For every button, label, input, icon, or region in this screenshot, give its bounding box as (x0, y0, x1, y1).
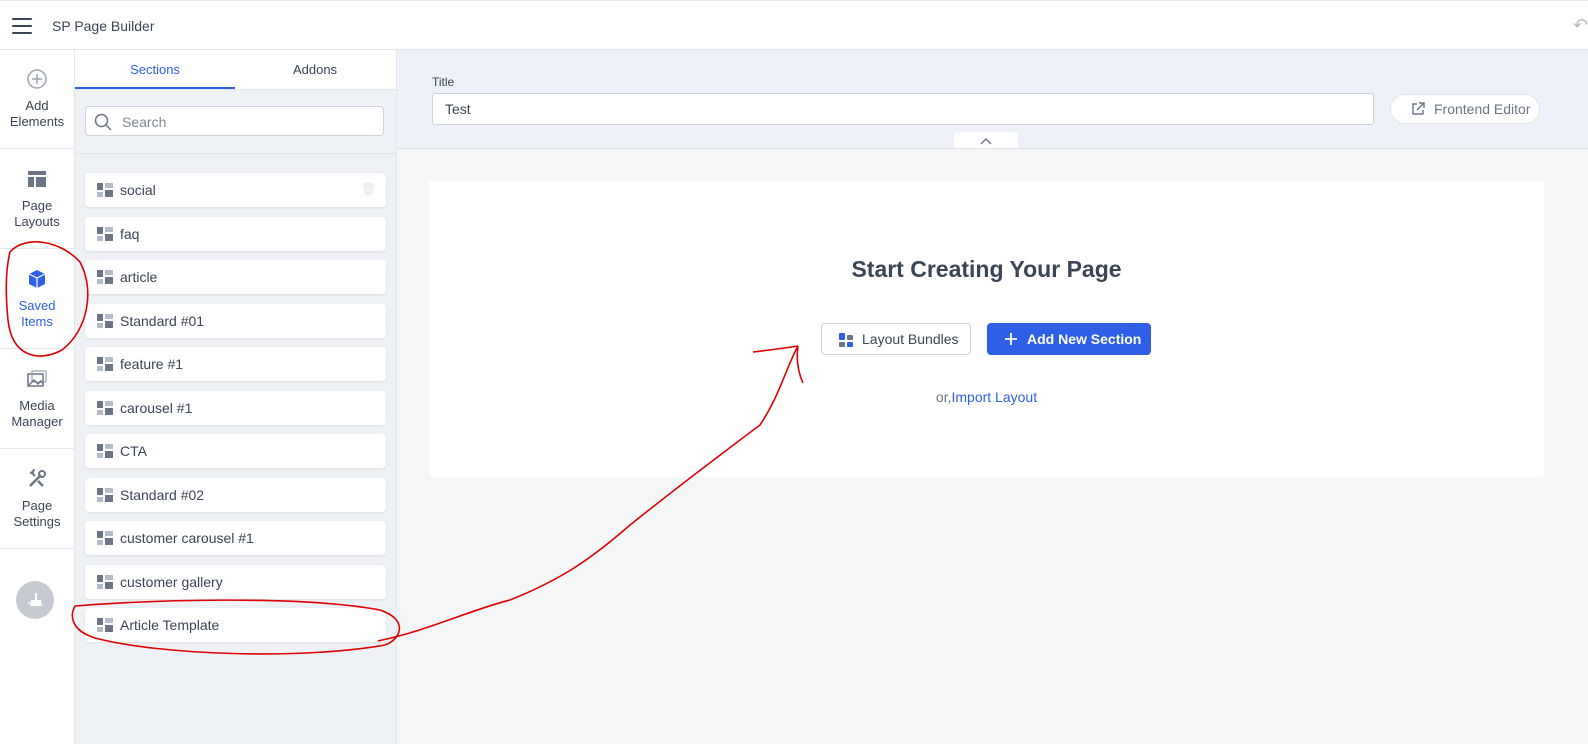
nav-saved-items-label: Saved Items (18, 298, 56, 329)
nav-media-manager-label: Media Manager (11, 398, 63, 429)
layout-bundles-label: Layout Bundles (862, 331, 959, 347)
layout-icon (28, 171, 46, 187)
frontend-editor-button[interactable]: Frontend Editor (1390, 94, 1540, 124)
title-input[interactable] (432, 93, 1374, 125)
page-heading: Start Creating Your Page (851, 256, 1122, 282)
bundle-icon (839, 333, 853, 347)
search-box (85, 106, 384, 136)
list-item-label: customer carousel #1 (120, 530, 254, 546)
tools-icon (29, 468, 46, 487)
section-icon (97, 226, 113, 241)
search-icon (94, 113, 112, 131)
section-icon (97, 487, 113, 502)
list-item[interactable]: Standard #01 (85, 303, 386, 338)
list-item[interactable]: customer gallery (85, 564, 386, 599)
list-item[interactable]: social 🗑 (85, 173, 386, 207)
list-item[interactable]: CTA (85, 434, 386, 468)
collapse-toggle[interactable] (954, 132, 1018, 148)
frontend-editor-label: Frontend Editor (1434, 101, 1531, 117)
broom-icon (28, 593, 42, 606)
section-icon (97, 270, 113, 284)
list-item-label: social (120, 182, 156, 198)
list-item[interactable]: Standard #02 (85, 477, 386, 512)
nav-page-layouts[interactable]: Page Layouts (0, 150, 74, 249)
panel-tabs: Sections Addons (75, 50, 396, 90)
saved-items-list: social 🗑 faq article Standard #01 feature… (85, 173, 386, 652)
top-bar: SP Page Builder ↶ (0, 0, 1588, 50)
empty-page-canvas: Start Creating Your Page Layout Bundles … (429, 181, 1544, 477)
section-icon (97, 574, 113, 589)
list-item-label: customer gallery (120, 573, 223, 590)
clean-button[interactable] (16, 581, 54, 619)
list-item[interactable]: feature #1 (85, 347, 386, 381)
list-item[interactable]: Article Template (85, 608, 386, 642)
list-item-label: article (120, 269, 158, 285)
list-item-label: feature #1 (120, 356, 184, 372)
list-item[interactable]: customer carousel #1 (85, 521, 386, 555)
section-icon (97, 313, 113, 328)
menu-icon[interactable] (12, 18, 32, 34)
import-row: or,Import Layout (429, 389, 1544, 405)
tab-addons[interactable]: Addons (235, 50, 395, 89)
undo-icon[interactable]: ↶ (1573, 15, 1588, 36)
nav-add-elements-label: Add Elements (9, 98, 65, 129)
app-title: SP Page Builder (52, 18, 155, 34)
plus-icon (1005, 333, 1017, 345)
list-item-label: carousel #1 (120, 399, 193, 416)
nav-page-settings[interactable]: Page Settings (0, 450, 74, 549)
title-label: Title (432, 75, 455, 89)
external-link-icon (1412, 102, 1425, 115)
nav-page-layouts-label: Page Layouts (14, 198, 60, 229)
sections-panel: Sections Addons social 🗑 faq article Stan… (75, 50, 397, 744)
chevron-up-icon (980, 138, 992, 145)
plus-circle-icon (27, 69, 47, 89)
list-item-label: Article Template (120, 617, 220, 633)
nav-add-elements[interactable]: Add Elements (0, 50, 74, 149)
nav-media-manager[interactable]: Media Manager (0, 350, 74, 449)
main-area: Title Frontend Editor Start Creating You… (397, 50, 1588, 744)
list-item[interactable]: article (85, 260, 386, 294)
list-item-label: Standard #02 (120, 486, 205, 503)
section-icon (97, 444, 113, 458)
search-input[interactable] (120, 111, 374, 133)
list-item[interactable]: faq (85, 216, 386, 251)
list-item-label: Standard #01 (120, 312, 205, 329)
title-bar: Title Frontend Editor (397, 50, 1588, 149)
image-icon (27, 370, 47, 387)
section-icon (97, 618, 113, 632)
section-icon (97, 400, 113, 415)
add-new-section-button[interactable]: Add New Section (987, 323, 1151, 355)
list-item-label: faq (120, 225, 140, 242)
section-icon (97, 531, 113, 545)
trash-icon[interactable]: 🗑 (361, 182, 376, 196)
nav-saved-items[interactable]: Saved Items (0, 250, 74, 349)
or-text: or, (935, 389, 952, 405)
layout-bundles-button[interactable]: Layout Bundles (821, 323, 971, 355)
add-new-section-label: Add New Section (1027, 331, 1142, 347)
list-item[interactable]: carousel #1 (85, 390, 386, 425)
search-area (75, 90, 396, 154)
nav-page-settings-label: Page Settings (13, 498, 61, 529)
import-layout-link[interactable]: Import Layout (951, 389, 1037, 405)
left-nav: Add Elements Page Layouts Saved Items Me… (0, 50, 75, 744)
section-icon (97, 183, 113, 197)
section-icon (97, 357, 113, 371)
cube-icon (28, 270, 46, 288)
tab-sections[interactable]: Sections (75, 50, 235, 89)
list-item-label: CTA (120, 443, 147, 459)
